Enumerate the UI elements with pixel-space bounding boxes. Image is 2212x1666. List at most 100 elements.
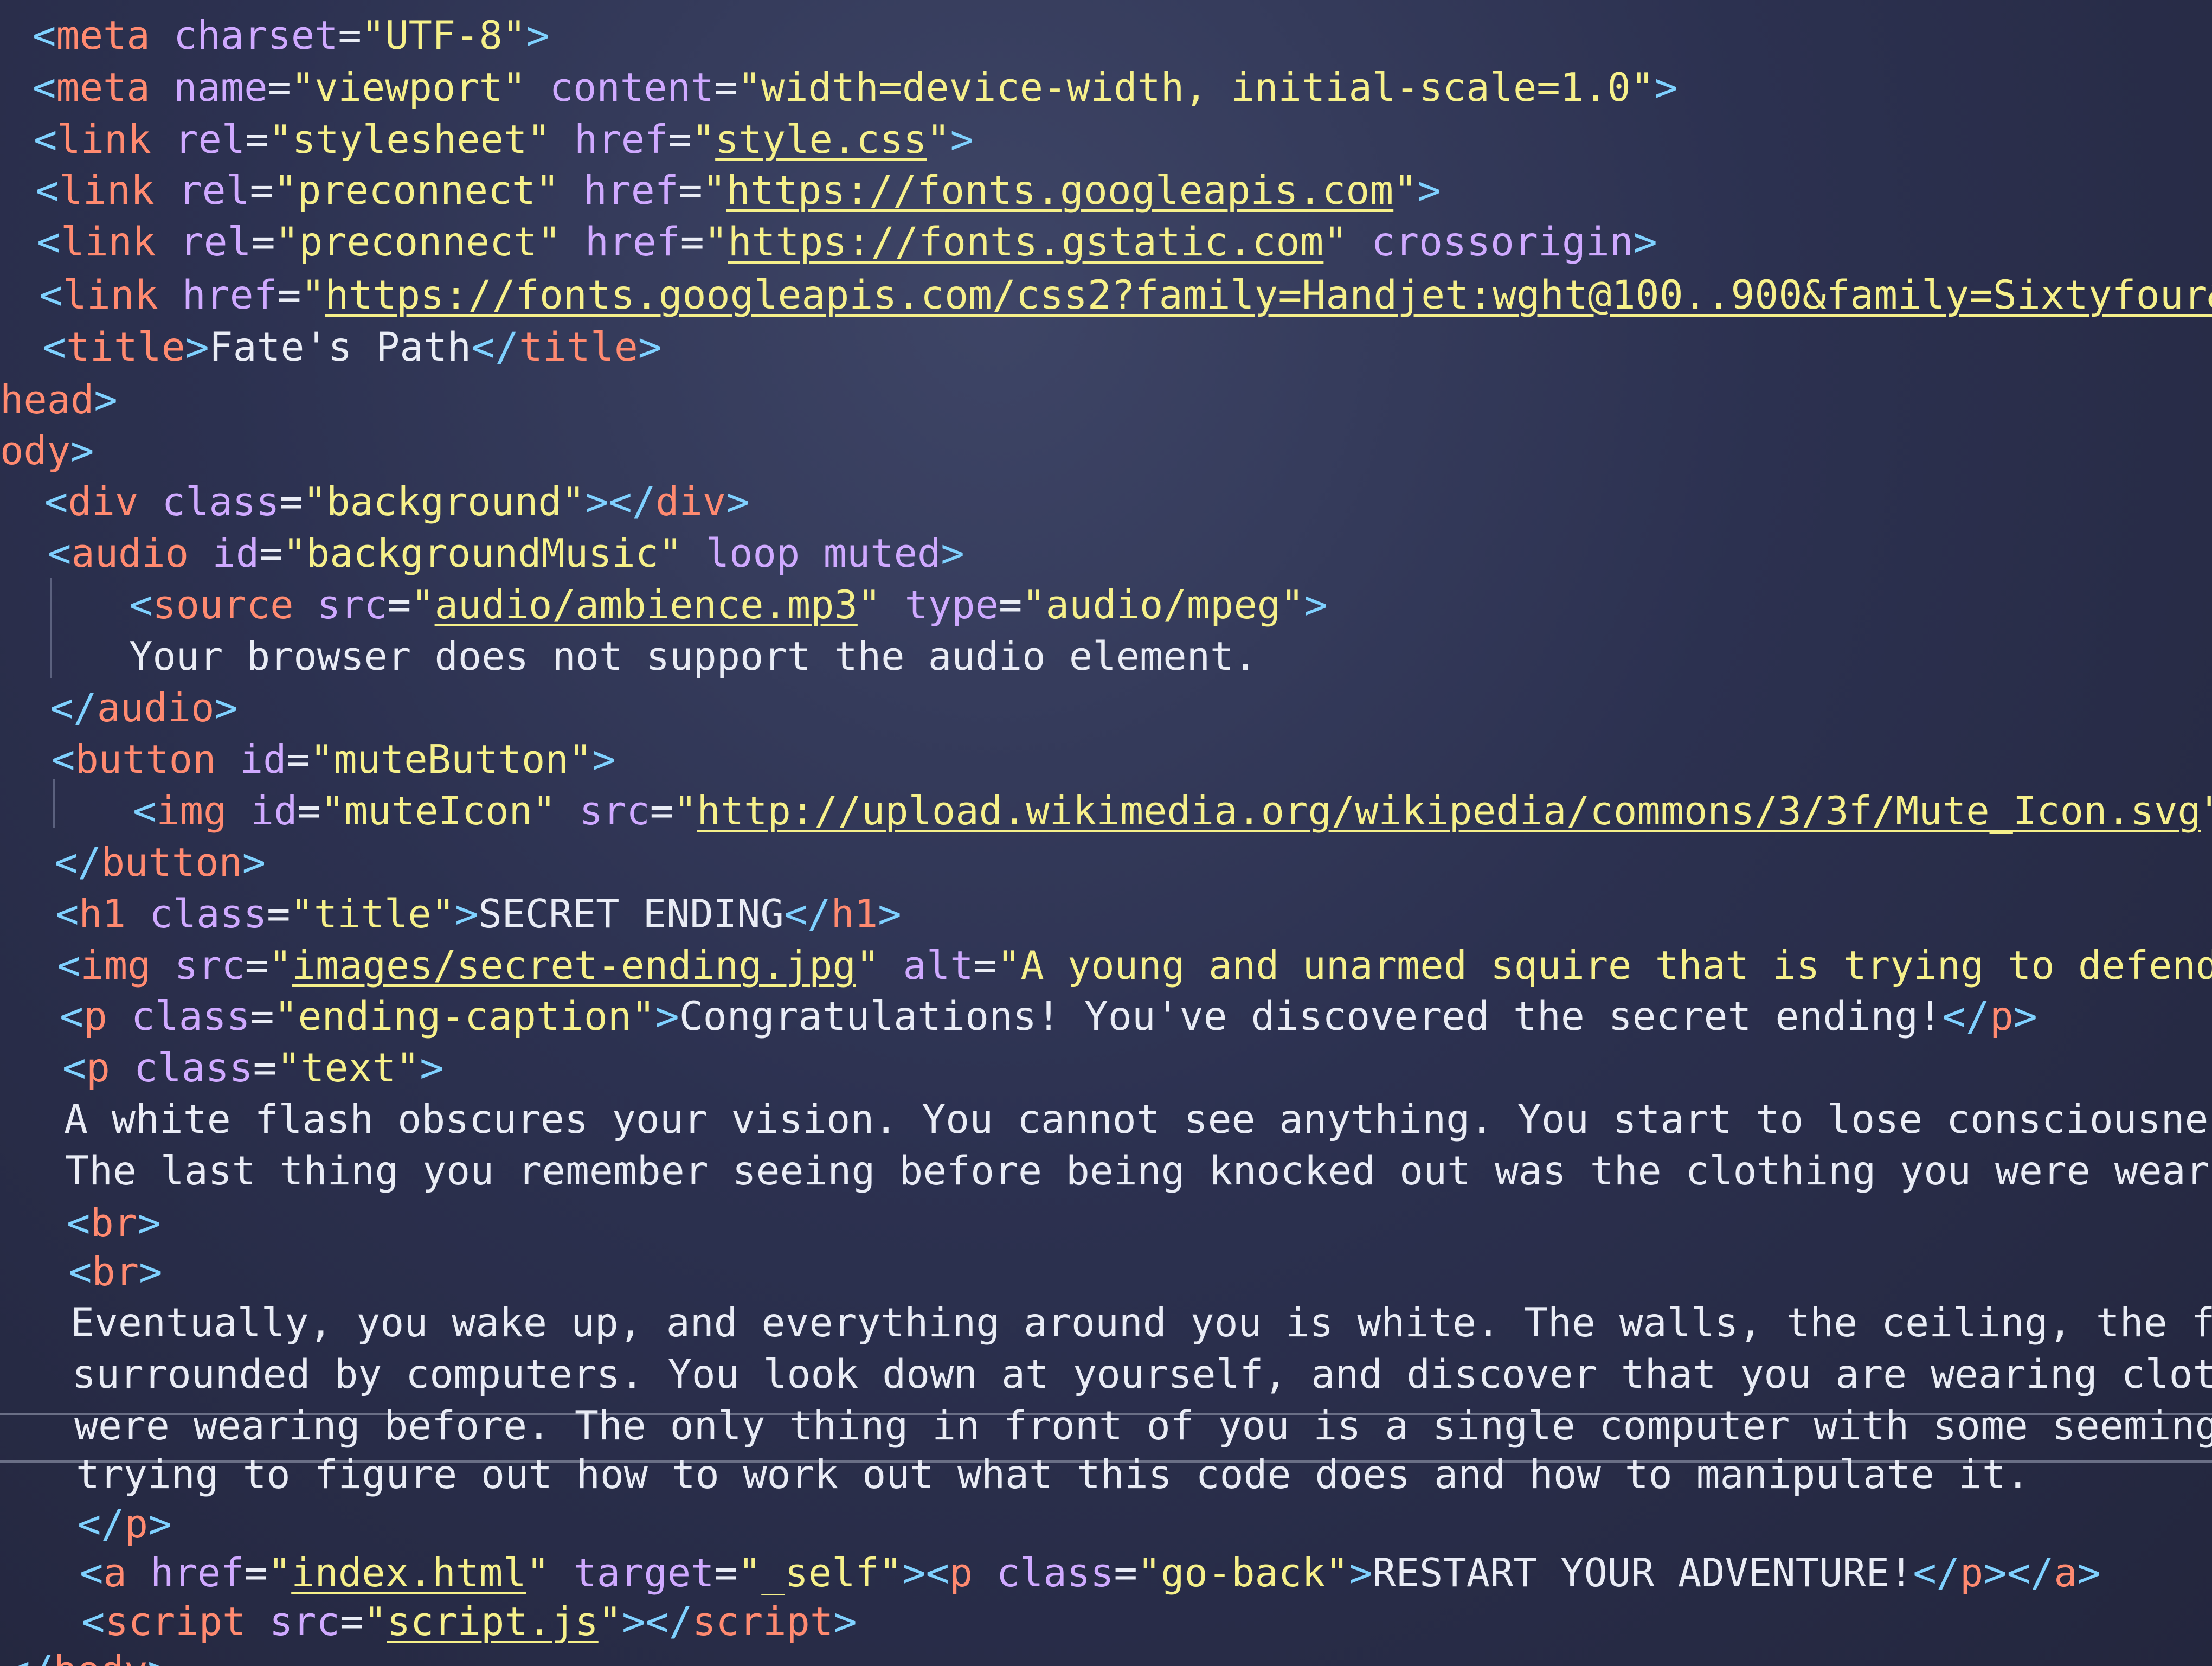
- punctuation: =: [973, 943, 997, 988]
- tag-name: p: [1960, 1550, 1984, 1595]
- angle-bracket: >: [638, 324, 662, 370]
- code-line[interactable]: </p>: [78, 1500, 171, 1548]
- angle-bracket: ><: [902, 1550, 949, 1595]
- code-line[interactable]: <p class="ending-caption">Congratulation…: [60, 992, 2037, 1041]
- code-line[interactable]: ody>: [0, 426, 94, 475]
- code-line[interactable]: <br>: [67, 1199, 160, 1247]
- angle-bracket: <: [68, 1249, 92, 1295]
- text-content: Your browser does not support the audio …: [129, 633, 1257, 679]
- attribute-value: ": [268, 943, 292, 988]
- code-line[interactable]: </button>: [54, 838, 266, 887]
- attribute-value: "stylesheet": [268, 117, 551, 162]
- code-line[interactable]: <link rel="preconnect" href="https://fon…: [35, 166, 1441, 215]
- angle-bracket: ></: [622, 1599, 693, 1644]
- code-line[interactable]: <h1 class="title">SECRET ENDING</h1>: [55, 889, 902, 938]
- code-line[interactable]: <div class="background"></div>: [44, 477, 750, 526]
- tag-name: div: [655, 479, 726, 524]
- angle-bracket: <: [67, 1200, 91, 1246]
- link-value[interactable]: index.html: [291, 1550, 526, 1595]
- tag-name: script: [105, 1599, 246, 1644]
- code-editor[interactable]: <meta charset="UTF-8"> <meta name="viewpo…: [0, 0, 2212, 1666]
- attribute-name: class: [162, 479, 280, 524]
- attribute-value: ": [702, 168, 726, 214]
- text-content: [151, 943, 174, 988]
- angle-bracket: >: [94, 377, 118, 422]
- code-line[interactable]: <button id="muteButton">: [52, 735, 615, 784]
- angle-bracket: <: [81, 1599, 105, 1644]
- code-line[interactable]: <a href="index.html" target="_self"><p c…: [80, 1548, 2101, 1597]
- link-value[interactable]: http://upload.wikimedia.org/wikipedia/co…: [697, 788, 2201, 834]
- code-line[interactable]: The last thing you remember seeing befor…: [65, 1147, 2212, 1196]
- tag-name: head: [0, 377, 94, 422]
- code-line[interactable]: <source src="audio/ambience.mp3" type="a…: [129, 580, 1328, 629]
- attribute-value: ": [927, 117, 950, 162]
- code-line[interactable]: surrounded by computers. You look down a…: [72, 1350, 2212, 1399]
- angle-bracket: <: [133, 788, 157, 834]
- code-line[interactable]: Eventually, you wake up, and everything …: [70, 1299, 2212, 1348]
- tag-name: button: [101, 840, 242, 885]
- code-line[interactable]: Your browser does not support the audio …: [129, 632, 1257, 681]
- link-value[interactable]: audio/ambience.mp3: [435, 582, 858, 627]
- punctuation: =: [668, 117, 692, 162]
- attribute-value: "backgroundMusic": [282, 530, 683, 576]
- attribute-name: href: [574, 117, 668, 162]
- link-value[interactable]: https://fonts.googleapis.com: [726, 168, 1394, 214]
- code-line[interactable]: <img src="images/secret-ending.jpg" alt=…: [57, 941, 2212, 990]
- code-line[interactable]: <audio id="backgroundMusic" loop muted>: [48, 529, 964, 578]
- angle-bracket: <: [33, 65, 56, 110]
- link-value[interactable]: style.css: [715, 117, 927, 162]
- code-line[interactable]: <link href="https://fonts.googleapis.com…: [39, 271, 2212, 320]
- angle-bracket: >: [70, 428, 94, 473]
- code-line[interactable]: <p class="text">: [62, 1044, 443, 1093]
- code-line[interactable]: <meta charset="UTF-8">: [33, 11, 550, 60]
- punctuation: =: [998, 582, 1023, 627]
- tag-name: link: [57, 117, 151, 162]
- angle-bracket: >: [1633, 219, 1657, 265]
- angle-bracket: <: [60, 994, 83, 1040]
- text-content: [156, 219, 180, 265]
- link-value[interactable]: https://fonts.googleapis.com/css2?family…: [325, 272, 2212, 318]
- code-line[interactable]: <title>Fate's Path</title>: [42, 323, 662, 372]
- attribute-name: id: [250, 788, 298, 834]
- attribute-value: ": [363, 1599, 387, 1644]
- text-content: [216, 736, 239, 782]
- tag-name: p: [1989, 994, 2014, 1040]
- code-line[interactable]: head>: [0, 375, 118, 424]
- code-line[interactable]: </audio>: [50, 683, 238, 732]
- text-content: [138, 479, 162, 524]
- angle-bracket: >: [726, 479, 750, 524]
- attribute-name: id: [212, 530, 260, 576]
- text-content: [127, 1550, 150, 1595]
- angle-bracket: >: [1304, 582, 1328, 627]
- text-content: [126, 891, 149, 937]
- tag-name: body: [54, 1648, 147, 1666]
- code-line[interactable]: trying to figure out how to work out wha…: [76, 1451, 2030, 1500]
- punctuation: =: [387, 582, 411, 627]
- code-line[interactable]: <link rel="preconnect" href="https://fon…: [37, 218, 1657, 267]
- code-line[interactable]: <br>: [68, 1247, 162, 1296]
- angle-bracket: >: [950, 117, 974, 162]
- code-line[interactable]: were wearing before. The only thing in f…: [74, 1402, 2212, 1451]
- angle-bracket: >: [941, 530, 964, 576]
- link-value[interactable]: https://fonts.gstatic.com: [728, 219, 1324, 265]
- attribute-name: charset: [173, 12, 338, 58]
- tag-name: script: [692, 1599, 834, 1644]
- code-line[interactable]: <meta name="viewport" content="width=dev…: [33, 63, 1677, 112]
- code-line[interactable]: </body>: [7, 1646, 171, 1666]
- code-line[interactable]: <img id="muteIcon" src="http://upload.wi…: [133, 786, 2212, 835]
- code-line[interactable]: A white flash obscures your vision. You …: [64, 1095, 2212, 1144]
- link-value[interactable]: images/secret-ending.jpg: [292, 943, 856, 988]
- attribute-value: "go-back": [1137, 1550, 1349, 1595]
- text-content: were wearing before. The only thing in f…: [74, 1403, 2212, 1449]
- code-line[interactable]: <script src="script.js"></script>: [81, 1597, 857, 1646]
- tag-name: br: [90, 1200, 138, 1246]
- angle-bracket: >: [592, 736, 616, 782]
- angle-bracket: <: [57, 943, 81, 988]
- text-content: [560, 168, 583, 214]
- link-value[interactable]: script.js: [387, 1599, 599, 1644]
- text-content: [879, 943, 903, 988]
- code-line[interactable]: <link rel="stylesheet" href="style.css">: [34, 115, 974, 164]
- tag-name: img: [156, 788, 227, 834]
- attribute-value: ": [691, 117, 716, 162]
- angle-bracket: >: [2013, 994, 2037, 1040]
